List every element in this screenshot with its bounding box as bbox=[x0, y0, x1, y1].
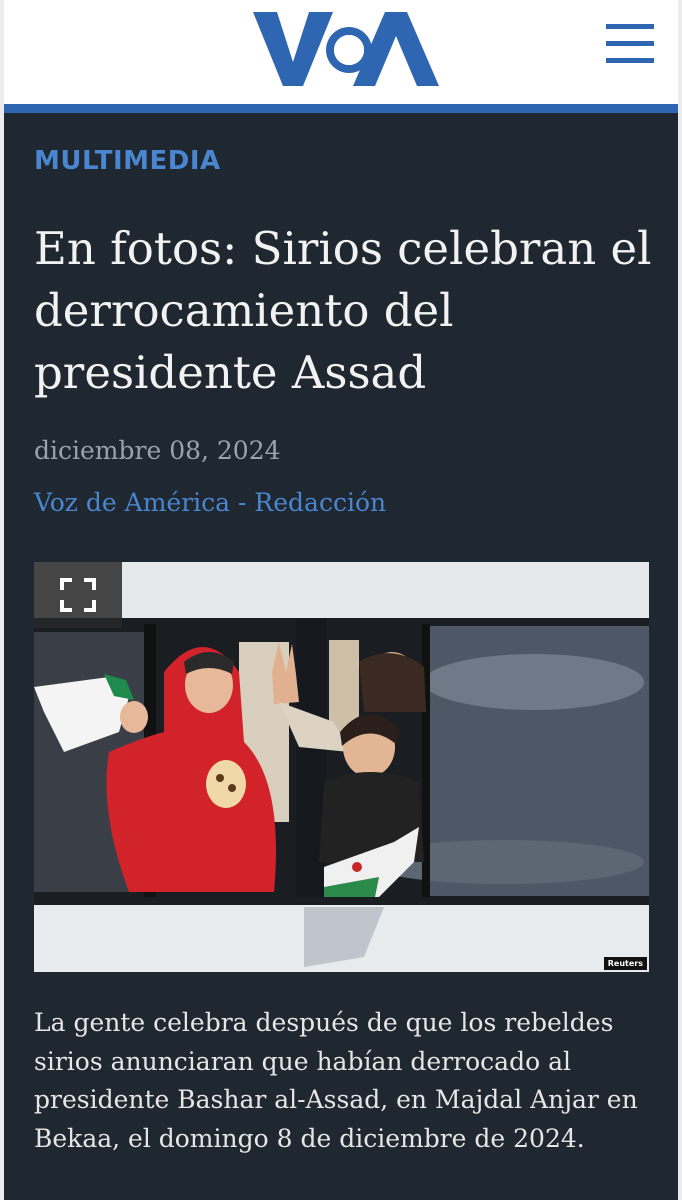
header-accent-bar bbox=[4, 104, 678, 113]
article-author-link[interactable]: Voz de América - Redacción bbox=[34, 488, 386, 517]
photo-credit: Reuters bbox=[603, 957, 647, 970]
voa-logo[interactable] bbox=[249, 10, 441, 88]
article-photo[interactable]: Reuters bbox=[34, 562, 649, 972]
photo-caption: La gente celebra después de que los rebe… bbox=[34, 1008, 638, 1153]
hamburger-menu-icon[interactable] bbox=[606, 24, 654, 64]
article-date: diciembre 08, 2024 bbox=[34, 436, 281, 465]
photo-image bbox=[34, 562, 649, 972]
right-edge bbox=[678, 0, 682, 1200]
voa-logo-icon bbox=[253, 12, 439, 86]
site-header bbox=[4, 0, 678, 104]
left-edge bbox=[0, 0, 4, 1200]
fullscreen-icon bbox=[60, 578, 96, 612]
article-title: En fotos: Sirios celebran el derrocamien… bbox=[34, 222, 652, 399]
section-label[interactable]: MULTIMEDIA bbox=[34, 146, 221, 176]
fullscreen-button[interactable] bbox=[34, 562, 122, 628]
